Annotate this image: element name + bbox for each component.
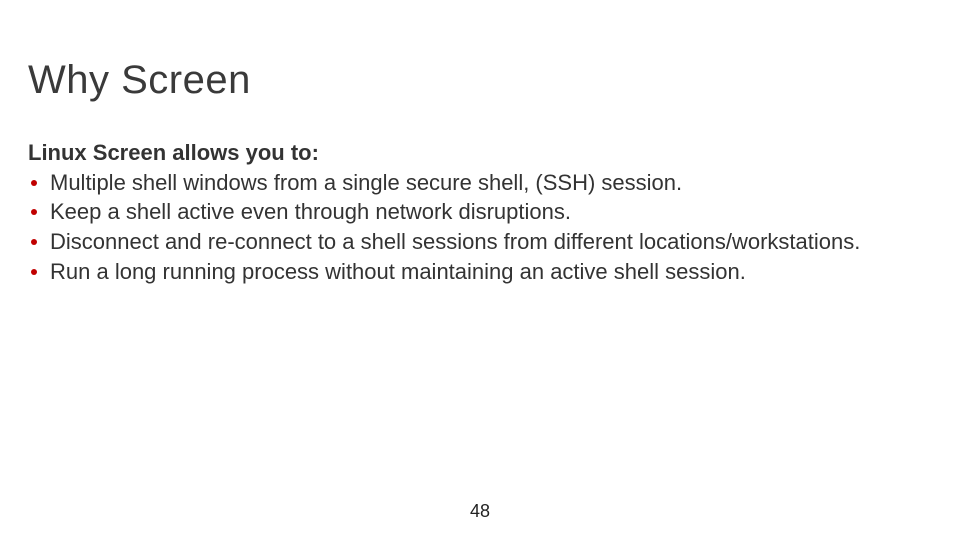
list-item: Keep a shell active even through network… — [28, 197, 932, 227]
bullet-icon — [31, 209, 37, 215]
slide: Why Screen Linux Screen allows you to: M… — [0, 0, 960, 540]
slide-title: Why Screen — [28, 58, 251, 103]
list-item: Multiple shell windows from a single sec… — [28, 168, 932, 198]
bullet-text: Run a long running process without maint… — [50, 259, 746, 284]
bullet-icon — [31, 180, 37, 186]
bullet-icon — [31, 269, 37, 275]
bullet-icon — [31, 239, 37, 245]
list-item: Run a long running process without maint… — [28, 257, 932, 287]
slide-body: Linux Screen allows you to: Multiple she… — [28, 138, 932, 286]
slide-subhead: Linux Screen allows you to: — [28, 138, 932, 168]
bullet-text: Multiple shell windows from a single sec… — [50, 170, 682, 195]
bullet-text: Disconnect and re-connect to a shell ses… — [50, 229, 860, 254]
bullet-list: Multiple shell windows from a single sec… — [28, 168, 932, 287]
bullet-text: Keep a shell active even through network… — [50, 199, 571, 224]
list-item: Disconnect and re-connect to a shell ses… — [28, 227, 932, 257]
page-number: 48 — [0, 501, 960, 522]
